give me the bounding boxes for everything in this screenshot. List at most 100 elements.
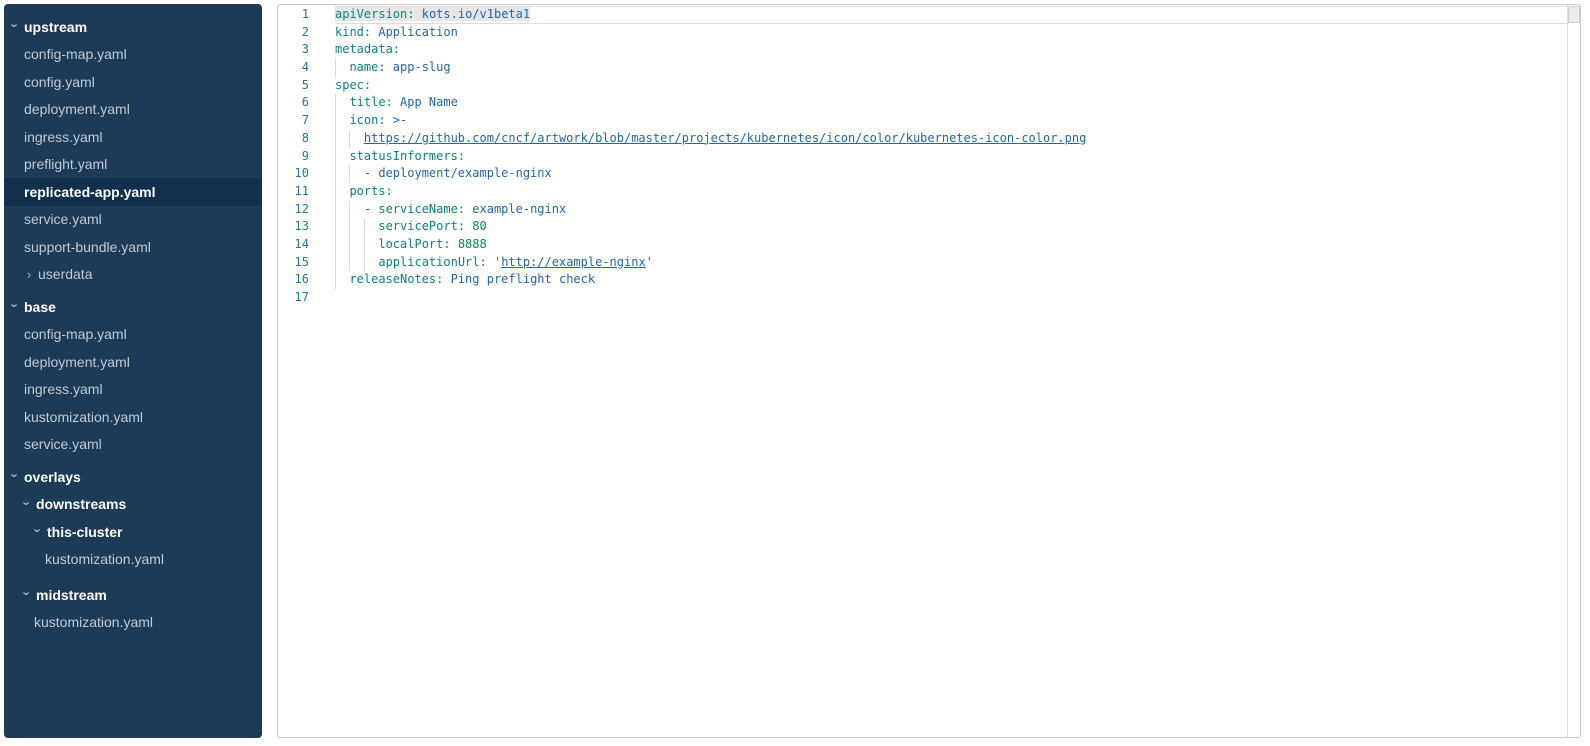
active-line-overview-marker — [1568, 6, 1580, 23]
tree-item-ingress-yaml[interactable]: ingress.yaml — [4, 123, 262, 151]
tree-item-label: config.yaml — [24, 74, 95, 90]
code-text: servicePort: 80 — [378, 219, 486, 233]
code-text: spec: — [335, 78, 371, 92]
code-line-content[interactable]: servicePort: 80 — [335, 218, 1567, 236]
code-line[interactable]: 4 name: app-slug — [278, 59, 1567, 77]
line-number[interactable]: 1 — [278, 6, 309, 24]
code-line[interactable]: 2 kind: Application — [278, 24, 1567, 42]
indent-guide — [335, 148, 336, 166]
code-line[interactable]: 14 localPort: 8888 — [278, 236, 1567, 254]
code-line-content[interactable]: releaseNotes: Ping preflight check — [335, 271, 1567, 289]
tree-item-this-cluster[interactable]: ›this-cluster — [4, 518, 262, 546]
line-number[interactable]: 9 — [278, 148, 309, 166]
code-line-content[interactable]: title: App Name — [335, 94, 1567, 112]
code-token-plain — [443, 272, 450, 286]
line-number[interactable]: 15 — [278, 254, 309, 272]
code-line-content[interactable]: icon: >- — [335, 112, 1567, 130]
line-number[interactable]: 4 — [278, 59, 309, 77]
code-line-content[interactable]: https://github.com/cncf/artwork/blob/mas… — [335, 130, 1567, 148]
tree-item-label: userdata — [38, 266, 92, 282]
code-line[interactable]: 15 applicationUrl: 'http://example-nginx' — [278, 254, 1567, 272]
tree-item-userdata[interactable]: ›userdata — [4, 261, 262, 289]
code-editor-panel: 1 apiVersion: kots.io/v1beta1 2 kind: Appli… — [277, 4, 1581, 738]
code-line[interactable]: 17 — [278, 289, 1567, 307]
code-line-content[interactable]: apiVersion: kots.io/v1beta1 — [335, 6, 1567, 24]
tree-item-config-yaml[interactable]: config.yaml — [4, 68, 262, 96]
tree-item-kustomization-yaml[interactable]: kustomization.yaml — [4, 546, 262, 574]
code-line-content[interactable]: - serviceName: example-nginx — [335, 201, 1567, 219]
code-token-plain — [393, 95, 400, 109]
code-line-content[interactable]: ports: — [335, 183, 1567, 201]
code-text: ports: — [349, 184, 392, 198]
tree-item-kustomization-yaml[interactable]: kustomization.yaml — [4, 403, 262, 431]
tree-item-kustomization-yaml[interactable]: kustomization.yaml — [4, 609, 262, 637]
line-number[interactable]: 11 — [278, 183, 309, 201]
code-line[interactable]: 3 metadata: — [278, 41, 1567, 59]
line-number[interactable]: 7 — [278, 112, 309, 130]
tree-item-replicated-app-yaml[interactable]: replicated-app.yaml — [4, 178, 262, 206]
tree-item-service-yaml[interactable]: service.yaml — [4, 206, 262, 234]
code-line[interactable]: 16 releaseNotes: Ping preflight check — [278, 271, 1567, 289]
line-number[interactable]: 3 — [278, 41, 309, 59]
code-token-value: ' — [646, 255, 653, 269]
line-number[interactable]: 12 — [278, 201, 309, 219]
code-line[interactable]: 1 apiVersion: kots.io/v1beta1 — [278, 6, 1567, 24]
code-line-content[interactable]: statusInformers: — [335, 148, 1567, 166]
tree-item-service-yaml[interactable]: service.yaml — [4, 431, 262, 459]
tree-item-deployment-yaml[interactable]: deployment.yaml — [4, 96, 262, 124]
tree-item-label: base — [24, 299, 56, 315]
tree-item-label: upstream — [24, 19, 87, 35]
code-line[interactable]: 8 https://github.com/cncf/artwork/blob/ma… — [278, 130, 1567, 148]
code-line[interactable]: 10 - deployment/example-nginx — [278, 165, 1567, 183]
code-line-content[interactable]: applicationUrl: 'http://example-nginx' — [335, 254, 1567, 272]
tree-item-config-map-yaml[interactable]: config-map.yaml — [4, 41, 262, 69]
code-line-content[interactable]: spec: — [335, 77, 1567, 95]
code-line[interactable]: 7 icon: >- — [278, 112, 1567, 130]
line-number[interactable]: 14 — [278, 236, 309, 254]
code-editor-surface[interactable]: 1 apiVersion: kots.io/v1beta1 2 kind: Appli… — [278, 5, 1567, 737]
indent-guide — [335, 112, 336, 130]
code-link[interactable]: http://example-nginx — [501, 255, 646, 269]
indent-guide — [335, 183, 336, 201]
line-number[interactable]: 17 — [278, 289, 309, 307]
tree-item-base[interactable]: ›base — [4, 293, 262, 321]
line-number[interactable]: 6 — [278, 94, 309, 112]
tree-item-support-bundle-yaml[interactable]: support-bundle.yaml — [4, 233, 262, 261]
tree-item-preflight-yaml[interactable]: preflight.yaml — [4, 151, 262, 179]
code-line[interactable]: 11 ports: — [278, 183, 1567, 201]
line-number[interactable]: 10 — [278, 165, 309, 183]
code-link[interactable]: https://github.com/cncf/artwork/blob/mas… — [364, 131, 1086, 145]
indent-guide — [335, 130, 336, 148]
code-line[interactable]: 5 spec: — [278, 77, 1567, 95]
tree-item-label: ingress.yaml — [24, 381, 103, 397]
code-line-content[interactable]: - deployment/example-nginx — [335, 165, 1567, 183]
code-line[interactable]: 9 statusInformers: — [278, 148, 1567, 166]
line-number[interactable]: 8 — [278, 130, 309, 148]
tree-item-ingress-yaml[interactable]: ingress.yaml — [4, 376, 262, 404]
indent-guide — [335, 271, 336, 289]
code-token-value: Ping preflight check — [451, 272, 596, 286]
line-number[interactable]: 13 — [278, 218, 309, 236]
line-number[interactable]: 2 — [278, 24, 309, 42]
code-token-plain — [487, 255, 494, 269]
code-line[interactable]: 6 title: App Name — [278, 94, 1567, 112]
tree-item-upstream[interactable]: ›upstream — [4, 13, 262, 41]
tree-item-config-map-yaml[interactable]: config-map.yaml — [4, 321, 262, 349]
line-number[interactable]: 16 — [278, 271, 309, 289]
code-line-content[interactable] — [335, 289, 1567, 307]
code-line-content[interactable]: kind: Application — [335, 24, 1567, 42]
code-text: kind: Application — [335, 25, 458, 39]
code-token-key: serviceName: — [378, 202, 465, 216]
tree-item-deployment-yaml[interactable]: deployment.yaml — [4, 348, 262, 376]
tree-item-overlays[interactable]: ›overlays — [4, 463, 262, 491]
code-line-content[interactable]: name: app-slug — [335, 59, 1567, 77]
line-number[interactable]: 5 — [278, 77, 309, 95]
code-line-content[interactable]: metadata: — [335, 41, 1567, 59]
editor-scrollbar[interactable] — [1567, 5, 1580, 737]
tree-item-downstreams[interactable]: ›downstreams — [4, 491, 262, 519]
tree-item-midstream[interactable]: ›midstream — [4, 581, 262, 609]
indent-guide — [349, 236, 350, 254]
code-line[interactable]: 12 - serviceName: example-nginx — [278, 201, 1567, 219]
code-line[interactable]: 13 servicePort: 80 — [278, 218, 1567, 236]
code-line-content[interactable]: localPort: 8888 — [335, 236, 1567, 254]
